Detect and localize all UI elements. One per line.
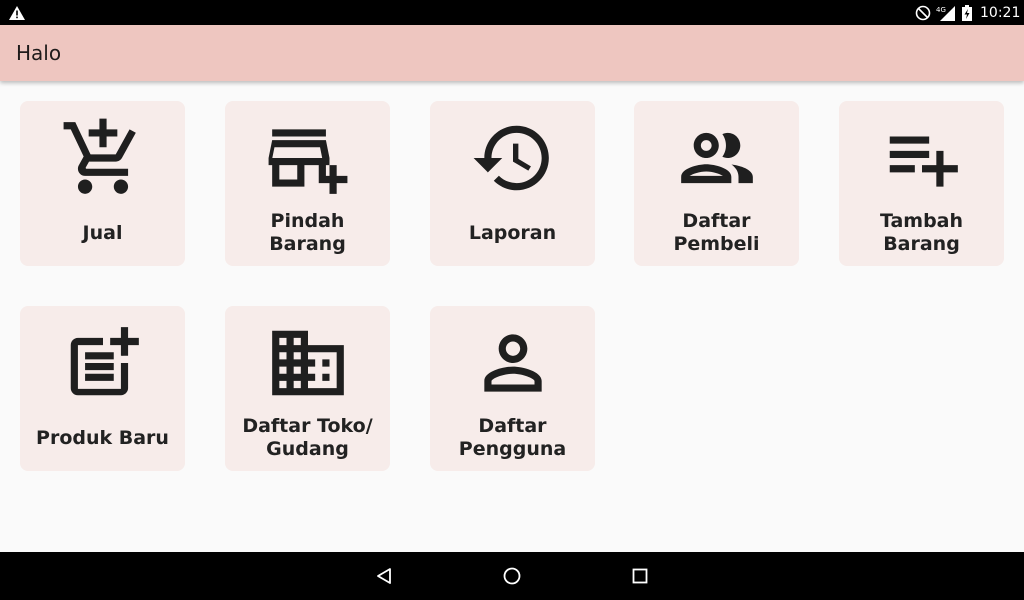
history-icon	[470, 115, 556, 201]
do-not-disturb-icon	[915, 0, 931, 25]
navigation-bar	[0, 552, 1024, 600]
menu-item-daftar-pembeli[interactable]: Daftar Pembeli	[634, 101, 799, 266]
menu-item-produk-baru[interactable]: Produk Baru	[20, 306, 185, 471]
menu-item-daftar-toko-gudang[interactable]: Daftar Toko/ Gudang	[225, 306, 390, 471]
menu-item-laporan[interactable]: Laporan	[430, 101, 595, 266]
add-business-icon	[265, 115, 351, 201]
menu-item-jual[interactable]: Jual	[20, 101, 185, 266]
menu-item-label: Laporan	[468, 221, 557, 244]
status-time: 10:21	[980, 4, 1021, 21]
menu-item-pindah-barang[interactable]: Pindah Barang	[225, 101, 390, 266]
recent-apps-icon[interactable]	[628, 564, 652, 588]
menu-item-label: Daftar Pengguna	[458, 415, 567, 460]
status-bar: 4G 10:21	[0, 0, 1024, 25]
add-shopping-cart-icon	[60, 115, 146, 201]
menu-item-label: Produk Baru	[36, 426, 169, 449]
person-icon	[470, 320, 556, 406]
post-add-icon	[60, 320, 146, 406]
menu-item-label: Daftar Pembeli	[673, 210, 760, 255]
network-type-label: 4G	[936, 6, 946, 14]
menu-item-daftar-pengguna[interactable]: Daftar Pengguna	[430, 306, 595, 471]
domain-icon	[265, 320, 351, 406]
signal-icon: 4G	[936, 0, 956, 25]
menu-item-label: Daftar Toko/ Gudang	[242, 415, 373, 460]
page-title: Halo	[16, 41, 62, 65]
menu-item-tambah-barang[interactable]: Tambah Barang	[839, 101, 1004, 266]
warning-icon	[9, 0, 25, 25]
playlist-add-icon	[879, 115, 965, 201]
people-icon	[674, 115, 760, 201]
menu-item-label: Jual	[82, 221, 123, 244]
back-icon[interactable]	[372, 564, 396, 588]
app-bar: Halo	[0, 25, 1024, 81]
home-icon[interactable]	[500, 564, 524, 588]
menu-item-label: Pindah Barang	[269, 210, 346, 255]
menu-item-label: Tambah Barang	[879, 210, 964, 255]
battery-charging-icon	[962, 0, 972, 25]
